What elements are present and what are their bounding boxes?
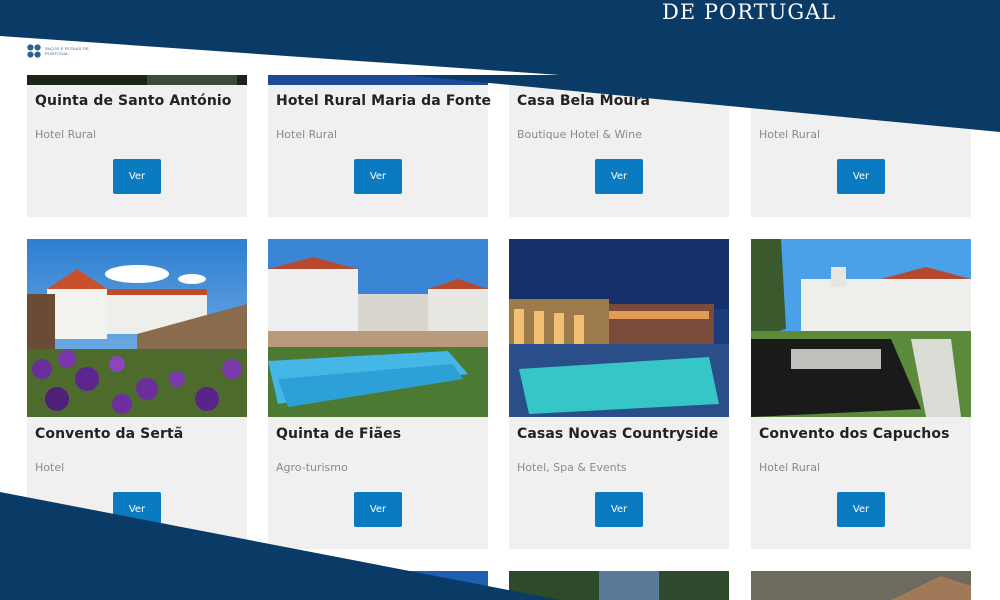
hotel-photo[interactable] [268, 239, 488, 417]
ver-button[interactable]: Ver [113, 159, 161, 194]
ver-button[interactable]: Ver [354, 159, 402, 194]
ver-button[interactable]: Ver [837, 492, 885, 527]
hotel-type: Hotel [35, 461, 65, 474]
hotel-title: Casas Novas Countryside [517, 426, 719, 442]
hotel-type: Agro-turismo [276, 461, 348, 474]
ver-button[interactable]: Ver [354, 492, 402, 527]
hotel-title: Convento da Sertã [35, 426, 184, 442]
ver-button[interactable]: Ver [837, 159, 885, 194]
hotel-type: Boutique Hotel & Wine [517, 128, 642, 141]
ver-button[interactable]: Ver [595, 492, 643, 527]
hotel-photo[interactable] [268, 571, 488, 600]
hotel-photo[interactable] [751, 571, 971, 600]
hotel-photo[interactable] [27, 239, 247, 417]
hotel-type: Hotel, Spa & Events [517, 461, 627, 474]
hotel-card-convento-serta[interactable]: Convento da Sertã Hotel Ver [27, 239, 247, 549]
hotel-card-convento-capuchos[interactable]: Convento dos Capuchos Hotel Rural Ver [751, 239, 971, 549]
ver-button[interactable]: Ver [113, 492, 161, 527]
hotel-card-row3-3[interactable] [509, 571, 729, 600]
hotel-type: Hotel Rural [759, 128, 821, 141]
hotel-title: Casa Bela Moura [517, 93, 651, 109]
hotel-card-row3-4[interactable] [751, 571, 971, 600]
hotel-card-row3-2[interactable] [268, 571, 488, 600]
hotel-photo[interactable] [751, 239, 971, 417]
hotel-type: Hotel Rural [276, 128, 338, 141]
logo-text: PAÇOS E RURAIS DE PORTUGAL [44, 46, 89, 56]
brand-header-text: DE PORTUGAL [662, 0, 837, 24]
hotel-card-casas-novas[interactable]: Casas Novas Countryside Hotel, Spa & Eve… [509, 239, 729, 549]
site-logo[interactable]: PAÇOS E RURAIS DE PORTUGAL [26, 42, 106, 60]
hotel-type: Hotel Rural [759, 461, 821, 474]
hotel-photo[interactable] [509, 571, 729, 600]
logo-emblem-icon [27, 44, 41, 58]
hotel-photo[interactable] [509, 239, 729, 417]
hotel-type: Hotel Rural [35, 128, 97, 141]
hotel-title: Hotel Rural Maria da Fonte [276, 93, 492, 109]
hotel-title: Convento dos Capuchos [759, 426, 950, 442]
hotel-card-4[interactable]: Hotel Rural Ver [751, 0, 971, 217]
hotel-title: Quinta de Fiães [276, 426, 402, 442]
ver-button[interactable]: Ver [595, 159, 643, 194]
hotel-title: Quinta de Santo António [35, 93, 232, 109]
hotel-card-quinta-fiaes[interactable]: Quinta de Fiães Agro-turismo Ver [268, 239, 488, 549]
hotel-grid: Quinta de Santo António Hotel Rural Ver … [0, 0, 1000, 600]
